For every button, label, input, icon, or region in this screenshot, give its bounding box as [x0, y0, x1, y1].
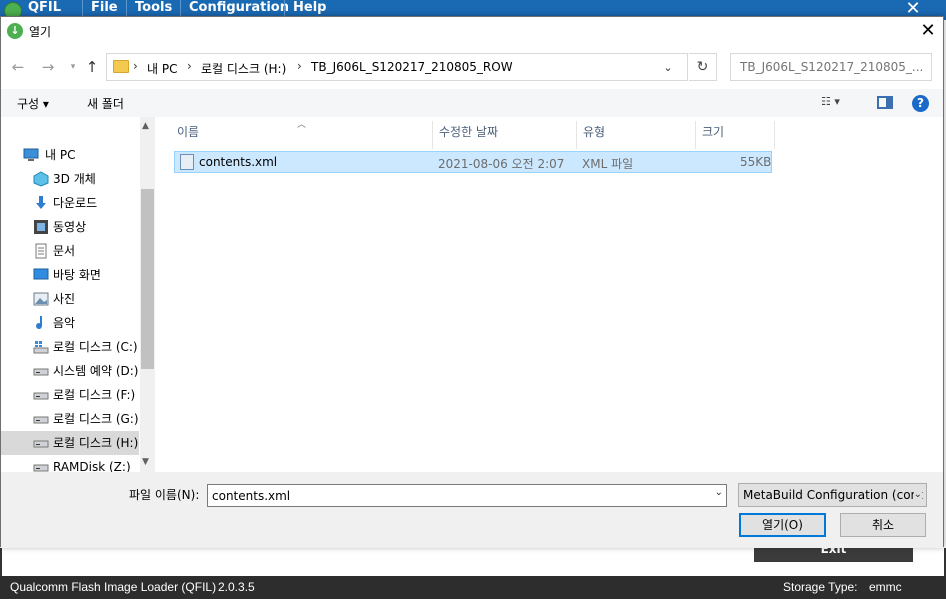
- file-list: ︿ 이름 수정한 날짜 유형 크기 contents.xml 2021-08-0…: [171, 117, 945, 472]
- change-view-icon[interactable]: ☷ ▾: [821, 95, 861, 111]
- address-bar[interactable]: › 내 PC › 로컬 디스크 (H:) › TB_J606L_S120217_…: [106, 53, 688, 81]
- drive-icon: [33, 435, 49, 451]
- breadcrumb-separator-icon[interactable]: ›: [133, 59, 138, 73]
- navigation-row: ← → ▾ ↑ › 내 PC › 로컬 디스크 (H:) › TB_J606L_…: [1, 45, 943, 89]
- nav-item-my-pc[interactable]: 내 PC: [1, 143, 139, 167]
- new-folder-button[interactable]: 새 폴더: [87, 95, 124, 112]
- nav-item-videos[interactable]: 동영상: [1, 215, 139, 239]
- file-type: XML 파일: [582, 157, 634, 171]
- filename-input[interactable]: [209, 486, 707, 505]
- search-input[interactable]: [732, 55, 930, 79]
- nav-item-pictures[interactable]: 사진: [1, 287, 139, 311]
- download-icon: [33, 195, 49, 211]
- command-bar: 구성 ▾ 새 폴더 ☷ ▾ ?: [1, 89, 943, 117]
- folder-icon: [113, 60, 129, 73]
- column-header-type[interactable]: 유형: [577, 121, 696, 149]
- nav-item-3d-objects[interactable]: 3D 개체: [1, 167, 139, 191]
- nav-pane-scrollbar[interactable]: ▲ ▼: [140, 117, 155, 472]
- scroll-down-arrow-icon[interactable]: ▼: [142, 457, 149, 467]
- qfil-logo-text: QFIL: [28, 0, 62, 15]
- column-header-size[interactable]: 크기: [696, 121, 775, 149]
- nav-item-label: 사진: [53, 292, 76, 306]
- filter-dropdown-chevron-icon[interactable]: ⌄: [913, 484, 922, 506]
- breadcrumb-separator-icon[interactable]: ›: [187, 59, 192, 73]
- qfil-status-bar: Qualcomm Flash Image Loader (QFIL) 2.0.3…: [0, 576, 946, 599]
- filename-dropdown-chevron-icon[interactable]: ⌄: [715, 487, 723, 498]
- status-version: 2.0.3.5: [218, 580, 255, 594]
- drive-icon: [33, 411, 49, 427]
- cancel-button[interactable]: 취소: [840, 513, 926, 537]
- file-type-filter[interactable]: MetaBuild Configuration (cont ⌄: [738, 483, 927, 507]
- nav-item-drive-f[interactable]: 로컬 디스크 (F:): [1, 383, 139, 407]
- open-button[interactable]: 열기(O): [739, 513, 826, 537]
- address-dropdown-chevron-icon[interactable]: ⌄: [659, 59, 677, 77]
- help-icon[interactable]: ?: [912, 95, 929, 112]
- nav-item-downloads[interactable]: 다운로드: [1, 191, 139, 215]
- up-arrow-icon[interactable]: ↑: [81, 56, 103, 78]
- dialog-app-icon: ↓: [7, 23, 23, 39]
- breadcrumb-drive-h[interactable]: 로컬 디스크 (H:): [201, 60, 286, 77]
- breadcrumb-separator-icon[interactable]: ›: [297, 59, 302, 73]
- xml-file-icon: [180, 154, 194, 170]
- drive-icon: [33, 363, 49, 379]
- navigation-pane: 내 PC 3D 개체 다운로드 동영상 문서 바탕 화면 사진 음악 로컬 디스…: [1, 117, 155, 474]
- music-icon: [33, 315, 49, 331]
- status-storage-label: Storage Type:: [783, 580, 858, 594]
- nav-item-label: 3D 개체: [53, 172, 96, 186]
- nav-item-label: 내 PC: [45, 148, 76, 162]
- desktop-icon: [33, 267, 49, 283]
- nav-item-music[interactable]: 음악: [1, 311, 139, 335]
- file-name: contents.xml: [199, 155, 278, 169]
- nav-item-desktop[interactable]: 바탕 화면: [1, 263, 139, 287]
- search-box[interactable]: [730, 53, 932, 81]
- dialog-footer: 파일 이름(N): ⌄ MetaBuild Configuration (con…: [1, 472, 943, 548]
- nav-item-label: 시스템 예약 (D:): [53, 364, 139, 378]
- drive-icon: [33, 387, 49, 403]
- file-row[interactable]: contents.xml 2021-08-06 오전 2:07 XML 파일 5…: [174, 151, 772, 173]
- dialog-title: 열기: [29, 25, 52, 39]
- breadcrumb-my-pc[interactable]: 내 PC: [147, 60, 177, 77]
- pc-icon: [23, 147, 39, 163]
- organize-button[interactable]: 구성 ▾: [17, 95, 49, 112]
- breadcrumb-folder[interactable]: TB_J606L_S120217_210805_ROW: [311, 60, 513, 74]
- scrollbar-thumb[interactable]: [141, 189, 154, 369]
- picture-icon: [33, 291, 49, 307]
- nav-item-drive-d[interactable]: 시스템 예약 (D:): [1, 359, 139, 383]
- windows-drive-icon: [33, 339, 49, 355]
- file-type-filter-value: MetaBuild Configuration (cont: [743, 488, 923, 502]
- column-header-modified[interactable]: 수정한 날짜: [433, 121, 577, 149]
- status-app-name: Qualcomm Flash Image Loader (QFIL): [10, 580, 217, 594]
- filename-label: 파일 이름(N):: [129, 488, 200, 502]
- dialog-close-button[interactable]: ✕: [917, 20, 939, 42]
- nav-item-label: 로컬 디스크 (G:): [53, 412, 139, 426]
- nav-item-drive-g[interactable]: 로컬 디스크 (G:): [1, 407, 139, 431]
- file-size: 55KB: [740, 155, 772, 169]
- preview-pane-icon[interactable]: [877, 96, 893, 109]
- open-file-dialog: ↓ 열기 ✕ ← → ▾ ↑ › 내 PC › 로컬 디스크 (H:) › TB…: [0, 16, 945, 548]
- forward-arrow-icon[interactable]: →: [37, 56, 59, 78]
- nav-item-label: 문서: [53, 244, 76, 258]
- refresh-icon[interactable]: ↻: [689, 53, 717, 81]
- document-icon: [33, 243, 49, 259]
- nav-item-documents[interactable]: 문서: [1, 239, 139, 263]
- video-icon: [33, 219, 49, 235]
- nav-item-label: 동영상: [53, 220, 87, 234]
- nav-item-label: 음악: [53, 316, 76, 330]
- nav-item-drive-c[interactable]: 로컬 디스크 (C:): [1, 335, 139, 359]
- nav-item-label: 로컬 디스크 (H:): [53, 436, 139, 450]
- nav-item-label: 바탕 화면: [53, 268, 101, 282]
- nav-item-drive-h[interactable]: 로컬 디스크 (H:): [1, 431, 139, 455]
- nav-item-label: 다운로드: [53, 196, 98, 210]
- cube-icon: [33, 171, 49, 187]
- file-modified: 2021-08-06 오전 2:07: [438, 157, 565, 171]
- filename-combobox[interactable]: ⌄: [207, 484, 727, 507]
- nav-item-label: 로컬 디스크 (F:): [53, 388, 136, 402]
- dialog-title-bar: ↓ 열기 ✕: [1, 17, 943, 45]
- nav-item-label: 로컬 디스크 (C:): [53, 340, 138, 354]
- status-storage-value[interactable]: emmc: [869, 576, 902, 599]
- back-arrow-icon[interactable]: ←: [7, 56, 29, 78]
- scroll-up-arrow-icon[interactable]: ▲: [142, 121, 149, 131]
- column-header-name[interactable]: 이름: [171, 121, 433, 149]
